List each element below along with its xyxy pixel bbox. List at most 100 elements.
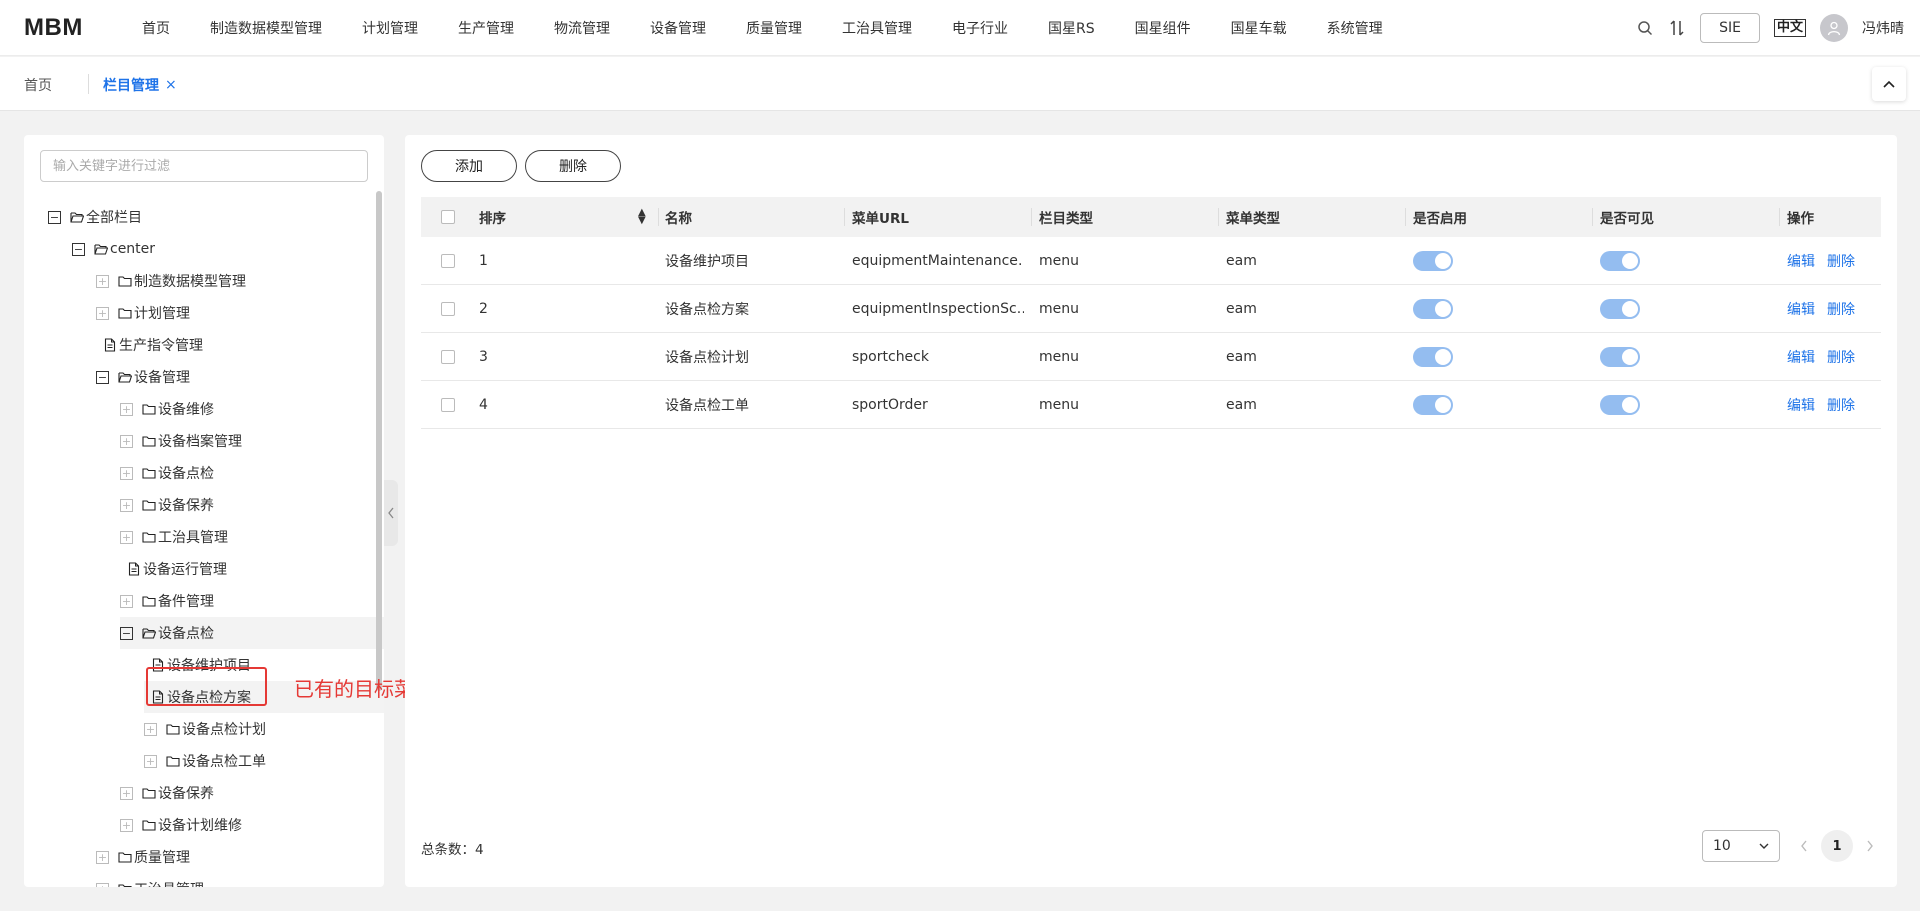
row-checkbox[interactable] (441, 253, 455, 268)
delete-link[interactable]: 删除 (1827, 395, 1855, 415)
page-size-select[interactable]: 10 (1702, 830, 1780, 862)
expand-icon[interactable]: + (120, 786, 133, 800)
tree-node[interactable]: + 质量管理 (24, 841, 374, 873)
expand-icon[interactable]: + (120, 466, 133, 480)
nav-item[interactable]: 电子行业 (952, 18, 1008, 38)
expand-icon[interactable]: + (96, 274, 109, 288)
collapse-icon[interactable]: − (120, 626, 133, 640)
table-row[interactable]: 3 设备点检计划 sportcheck menu eam 编辑 删除 (421, 333, 1881, 381)
expand-icon[interactable]: + (96, 306, 109, 320)
username[interactable]: 冯炜晴 (1862, 18, 1904, 38)
visible-toggle[interactable] (1600, 250, 1640, 271)
tree-node[interactable]: + 制造数据模型管理 (24, 265, 374, 297)
sie-button[interactable]: SIE (1700, 13, 1760, 43)
edit-link[interactable]: 编辑 (1787, 299, 1815, 319)
switch-arrows-icon[interactable] (1668, 19, 1686, 37)
edit-link[interactable]: 编辑 (1787, 251, 1815, 271)
tree-node[interactable]: − center (24, 233, 374, 265)
nav-item[interactable]: 设备管理 (650, 18, 706, 38)
tab-home[interactable]: 首页 (24, 75, 52, 95)
pagination: 1 (1797, 830, 1877, 862)
delete-link[interactable]: 删除 (1827, 347, 1855, 367)
delete-link[interactable]: 删除 (1827, 299, 1855, 319)
collapse-icon[interactable]: − (48, 210, 61, 224)
nav-item[interactable]: 工治具管理 (842, 18, 912, 38)
visible-toggle[interactable] (1600, 346, 1640, 367)
tree-scrollbar[interactable] (376, 191, 382, 691)
expand-icon[interactable]: + (120, 402, 133, 416)
nav-item[interactable]: 系统管理 (1327, 18, 1383, 38)
delete-button[interactable]: 删除 (525, 150, 621, 182)
row-checkbox[interactable] (441, 301, 455, 316)
select-all-cell (441, 197, 455, 237)
tree-node[interactable]: + 设备保养 (24, 489, 374, 521)
nav-item[interactable]: 首页 (142, 18, 170, 38)
next-page-icon[interactable] (1863, 837, 1877, 856)
search-icon[interactable] (1636, 19, 1654, 37)
tree-node[interactable]: + 工治具管理 (24, 521, 374, 553)
close-icon[interactable]: × (165, 77, 177, 93)
nav-item[interactable]: 质量管理 (746, 18, 802, 38)
visible-toggle[interactable] (1600, 298, 1640, 319)
expand-icon[interactable]: + (120, 818, 133, 832)
expand-icon[interactable]: + (144, 722, 157, 736)
tree-node[interactable]: + 设备点检 (24, 457, 374, 489)
tree-node-label: 设备点检 (158, 626, 214, 642)
add-button[interactable]: 添加 (421, 150, 517, 182)
table-row[interactable]: 4 设备点检工单 sportOrder menu eam 编辑 删除 (421, 381, 1881, 429)
enabled-toggle[interactable] (1413, 298, 1453, 319)
collapse-icon[interactable]: − (72, 242, 85, 256)
nav-item[interactable]: 国星RS (1048, 18, 1095, 38)
expand-icon[interactable]: + (120, 498, 133, 512)
tree-node[interactable]: − 全部栏目 (24, 201, 374, 233)
table-row[interactable]: 2 设备点检方案 equipmentInspectionSc… menu eam 编辑 删除 (421, 285, 1881, 333)
tree-node[interactable]: 生产指令管理 (24, 329, 374, 361)
expand-icon[interactable]: + (120, 594, 133, 608)
tree-node[interactable]: + 设备计划维修 (24, 809, 374, 841)
tree-node[interactable]: + 设备维修 (24, 393, 374, 425)
nav-item[interactable]: 生产管理 (458, 18, 514, 38)
expand-icon[interactable]: + (144, 754, 157, 768)
select-all-checkbox[interactable] (441, 210, 455, 224)
tree-node[interactable]: + 设备点检计划 (24, 713, 374, 745)
panel-splitter[interactable] (384, 480, 398, 546)
enabled-toggle[interactable] (1413, 346, 1453, 367)
tab-column-management[interactable]: 栏目管理 × (103, 75, 177, 95)
expand-icon[interactable]: + (120, 530, 133, 544)
row-checkbox[interactable] (441, 397, 455, 412)
table-row[interactable]: 1 设备维护项目 equipmentMaintenance… menu eam 编辑 删除 (421, 237, 1881, 285)
tree-node[interactable]: + 设备点检工单 (24, 745, 374, 777)
nav-item[interactable]: 国星车载 (1231, 18, 1287, 38)
tree-node[interactable]: + 设备档案管理 (24, 425, 374, 457)
row-checkbox[interactable] (441, 349, 455, 364)
tree-node[interactable]: + 备件管理 (24, 585, 374, 617)
tree-node[interactable]: + 设备保养 (24, 777, 374, 809)
tree-node[interactable]: 设备运行管理 (24, 553, 374, 585)
edit-link[interactable]: 编辑 (1787, 395, 1815, 415)
enabled-toggle[interactable] (1413, 250, 1453, 271)
expand-icon[interactable]: + (96, 882, 109, 887)
tree-filter-input[interactable] (40, 150, 368, 182)
avatar[interactable] (1820, 14, 1848, 42)
delete-link[interactable]: 删除 (1827, 251, 1855, 271)
nav-item[interactable]: 制造数据模型管理 (210, 18, 322, 38)
tree-node[interactable]: + 工治具管理 (24, 873, 374, 887)
visible-toggle[interactable] (1600, 394, 1640, 415)
language-switch[interactable]: 中文 (1773, 19, 1806, 37)
prev-page-icon[interactable] (1797, 837, 1811, 856)
tree-node[interactable]: − 设备点检 (120, 617, 384, 649)
enabled-toggle[interactable] (1413, 394, 1453, 415)
expand-icon[interactable]: + (96, 850, 109, 864)
nav-item[interactable]: 计划管理 (362, 18, 418, 38)
header-order[interactable]: 排序 (479, 197, 506, 237)
collapse-icon[interactable]: − (96, 370, 109, 384)
tree-node[interactable]: − 设备管理 (24, 361, 374, 393)
nav-item[interactable]: 物流管理 (554, 18, 610, 38)
collapse-header-button[interactable] (1872, 67, 1906, 101)
tree-node[interactable]: + 计划管理 (24, 297, 374, 329)
edit-link[interactable]: 编辑 (1787, 347, 1815, 367)
page-number-current[interactable]: 1 (1821, 830, 1853, 862)
nav-item[interactable]: 国星组件 (1135, 18, 1191, 38)
sort-icon[interactable]: ▲ ▼ (638, 208, 646, 226)
expand-icon[interactable]: + (120, 434, 133, 448)
